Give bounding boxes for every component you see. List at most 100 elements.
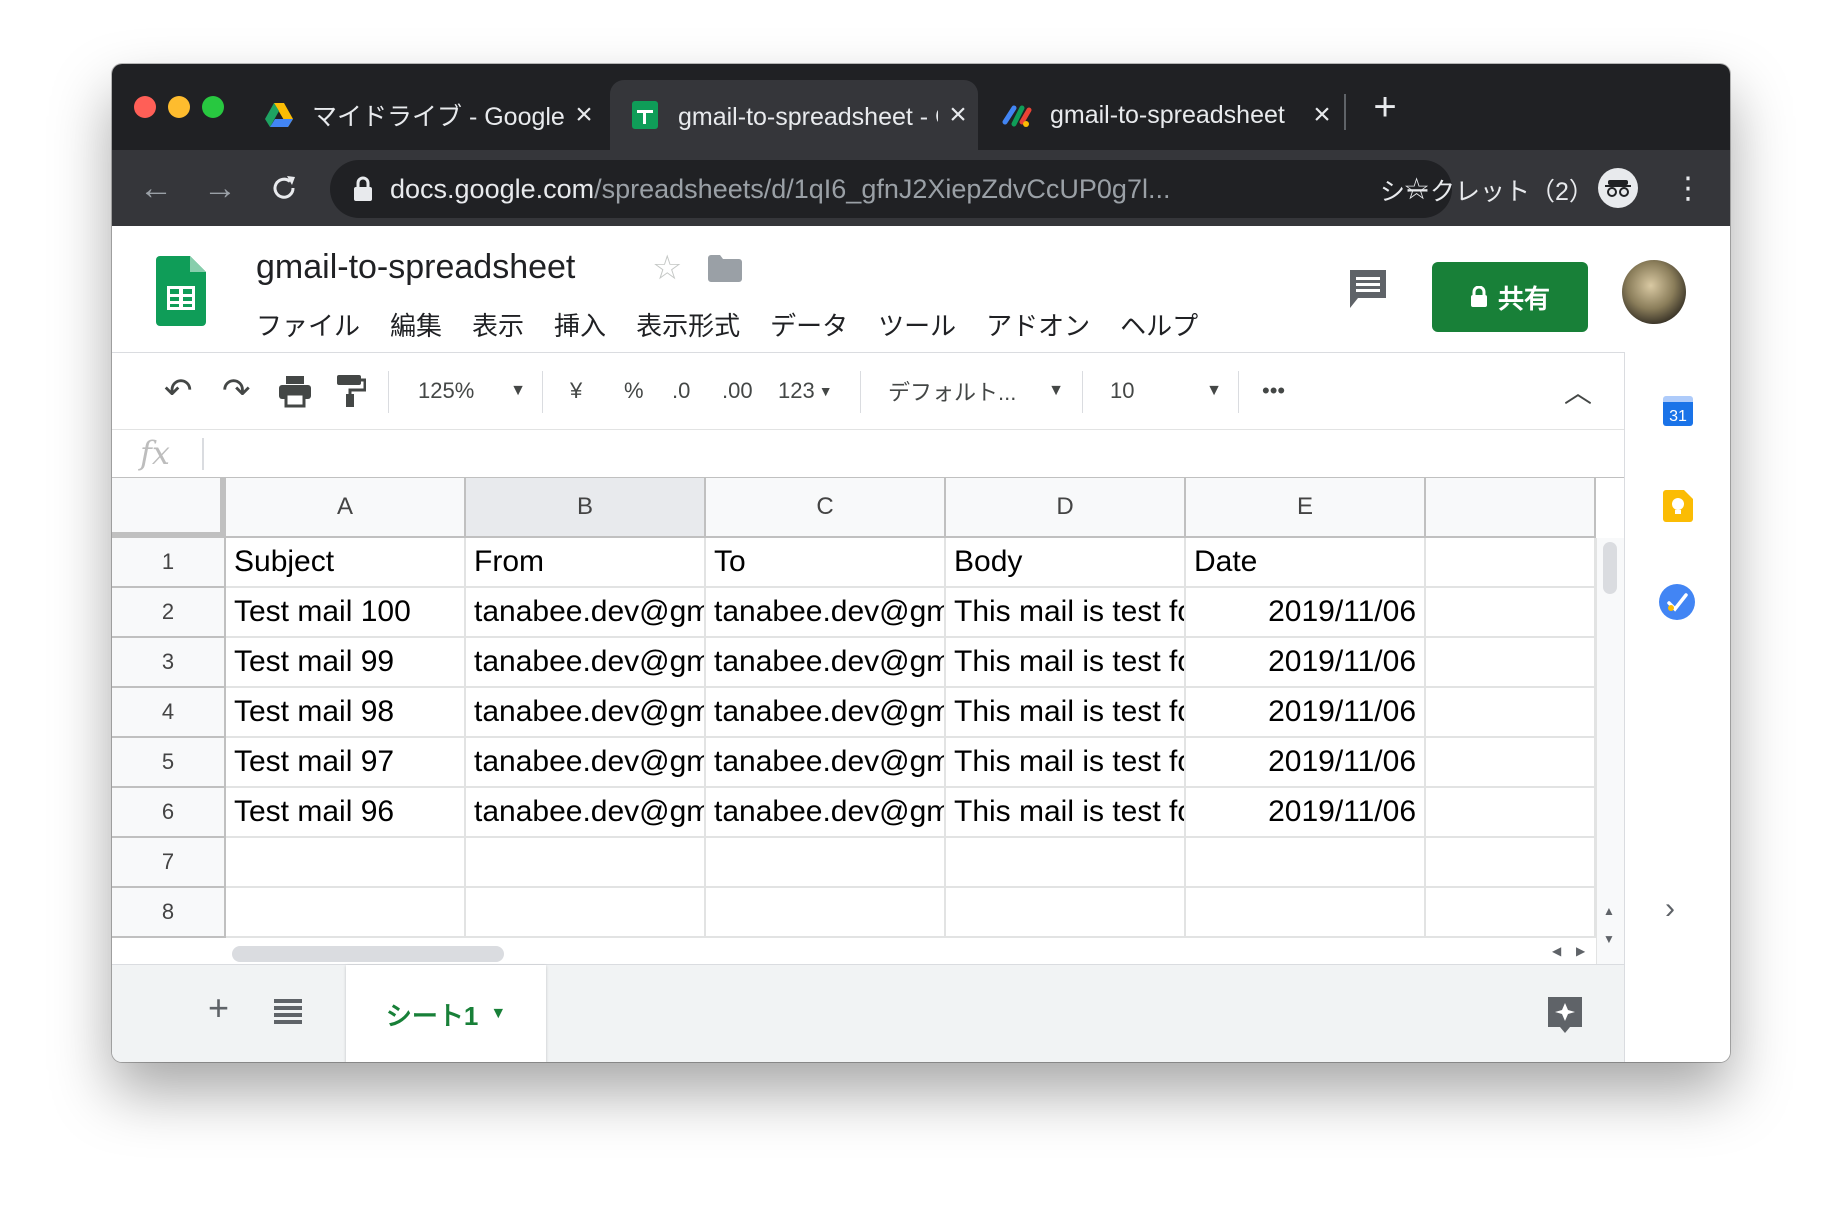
calendar-icon[interactable]: 31	[1663, 396, 1693, 426]
menu-help[interactable]: ヘルプ	[1120, 306, 1198, 343]
cell[interactable]: 2019/11/06	[1186, 788, 1426, 838]
cell[interactable]	[946, 888, 1186, 938]
cell[interactable]	[226, 838, 466, 888]
cell[interactable]: 2019/11/06	[1186, 738, 1426, 788]
row-header[interactable]: 2	[112, 588, 226, 638]
menu-insert[interactable]: 挿入	[554, 306, 606, 343]
cell[interactable]: tanabee.dev@gmail.com	[466, 588, 706, 638]
redo-icon[interactable]: ↷	[222, 372, 251, 410]
cell[interactable]: tanabee.dev@gmail.com	[466, 638, 706, 688]
row-header[interactable]: 6	[112, 788, 226, 838]
cell[interactable]: Body	[946, 538, 1186, 588]
add-sheet-button[interactable]: +	[208, 987, 229, 1029]
cell[interactable]	[1426, 538, 1596, 588]
cell[interactable]	[706, 838, 946, 888]
decrease-decimal-button[interactable]: .0	[672, 373, 690, 409]
cell[interactable]	[1426, 888, 1596, 938]
menu-format[interactable]: 表示形式	[636, 306, 740, 343]
select-all-corner[interactable]	[112, 478, 226, 538]
cell[interactable]	[1186, 888, 1426, 938]
more-formats-button[interactable]: 123 ▼	[778, 373, 833, 409]
user-avatar[interactable]	[1622, 260, 1686, 324]
formula-input[interactable]	[212, 432, 1612, 476]
more-options-button[interactable]: •••	[1262, 373, 1285, 409]
font-family-select[interactable]: デフォルト... ▼	[888, 373, 1064, 409]
cell[interactable]	[226, 888, 466, 938]
cell[interactable]: Test mail 97	[226, 738, 466, 788]
font-size-select[interactable]: 10 ▼	[1110, 373, 1222, 409]
percent-format-button[interactable]: %	[624, 373, 644, 409]
column-header[interactable]: B	[466, 478, 706, 538]
address-bar[interactable]: docs.google.com/spreadsheets/d/1qI6_gfnJ…	[330, 160, 1452, 218]
close-window-button[interactable]	[134, 96, 156, 118]
cell[interactable]: tanabee.dev@gmail.com	[466, 688, 706, 738]
incognito-label[interactable]: シークレット（2）	[1380, 172, 1594, 208]
cell[interactable]: Subject	[226, 538, 466, 588]
collapse-toolbar-icon[interactable]: ︿	[1564, 373, 1592, 409]
scroll-down-icon[interactable]: ▼	[1603, 932, 1615, 946]
cell[interactable]	[1186, 838, 1426, 888]
vertical-scrollbar[interactable]: ▲ ▼	[1596, 538, 1624, 964]
cell[interactable]: This mail is test for	[946, 788, 1186, 838]
increase-decimal-button[interactable]: .00	[722, 373, 753, 409]
comments-icon[interactable]	[1348, 268, 1388, 310]
cell[interactable]	[706, 888, 946, 938]
cell[interactable]	[1426, 688, 1596, 738]
row-header[interactable]: 7	[112, 838, 226, 888]
column-header[interactable]: D	[946, 478, 1186, 538]
cell[interactable]	[1426, 788, 1596, 838]
menu-view[interactable]: 表示	[472, 306, 524, 343]
column-header[interactable]	[1426, 478, 1596, 538]
zoom-select[interactable]: 125% ▼	[418, 373, 526, 409]
cell[interactable]	[1426, 838, 1596, 888]
vertical-scroll-thumb[interactable]	[1603, 542, 1617, 594]
scroll-up-icon[interactable]: ▲	[1603, 904, 1615, 918]
column-header[interactable]: A	[226, 478, 466, 538]
cell[interactable]: To	[706, 538, 946, 588]
cell[interactable]: Test mail 96	[226, 788, 466, 838]
cell[interactable]	[1426, 638, 1596, 688]
reload-button[interactable]	[262, 166, 306, 210]
cell[interactable]: This mail is test for	[946, 738, 1186, 788]
cell[interactable]: tanabee.dev@gmail.com	[706, 788, 946, 838]
horizontal-scrollbar[interactable]: ◀ ▶	[226, 944, 1596, 964]
star-icon[interactable]: ☆	[652, 248, 682, 288]
cell[interactable]: This mail is test for	[946, 688, 1186, 738]
cell[interactable]	[1426, 588, 1596, 638]
cell[interactable]	[1426, 738, 1596, 788]
cell[interactable]: tanabee.dev@gmail.com	[706, 588, 946, 638]
close-tab-icon[interactable]: ×	[564, 98, 604, 132]
new-tab-button[interactable]: +	[1360, 82, 1410, 132]
row-header[interactable]: 8	[112, 888, 226, 938]
sheets-logo-icon[interactable]	[156, 256, 206, 326]
cell[interactable]: This mail is test for	[946, 588, 1186, 638]
column-header[interactable]: C	[706, 478, 946, 538]
row-header[interactable]: 5	[112, 738, 226, 788]
sheet-tab[interactable]: シート1 ▼	[346, 965, 546, 1062]
cell[interactable]	[466, 888, 706, 938]
tab-apps-script[interactable]: gmail-to-spreadsheet ×	[982, 80, 1342, 150]
forward-button[interactable]: →	[198, 166, 242, 210]
browser-menu-icon[interactable]: ⋮	[1673, 168, 1703, 208]
cell[interactable]: Test mail 100	[226, 588, 466, 638]
expand-panel-icon[interactable]: ›	[1665, 892, 1675, 926]
scroll-left-icon[interactable]: ◀	[1552, 944, 1561, 958]
currency-format-button[interactable]: ¥	[570, 373, 582, 409]
menu-edit[interactable]: 編集	[390, 306, 442, 343]
cell[interactable]: 2019/11/06	[1186, 688, 1426, 738]
cell[interactable]: From	[466, 538, 706, 588]
cell[interactable]	[946, 838, 1186, 888]
cell[interactable]: tanabee.dev@gmail.com	[466, 738, 706, 788]
cell[interactable]: Date	[1186, 538, 1426, 588]
explore-icon[interactable]	[1546, 995, 1584, 1035]
tab-google-drive[interactable]: マイドライブ - Google ドライブ ×	[244, 80, 604, 150]
maximize-window-button[interactable]	[202, 96, 224, 118]
row-header[interactable]: 1	[112, 538, 226, 588]
share-button[interactable]: 共有	[1432, 262, 1588, 332]
menu-addons[interactable]: アドオン	[986, 306, 1090, 343]
cell[interactable]: tanabee.dev@gmail.com	[706, 688, 946, 738]
tab-sheets[interactable]: gmail-to-spreadsheet - Google スプレッドシート ×	[610, 80, 978, 150]
tasks-icon[interactable]	[1659, 584, 1695, 620]
cell[interactable]: Test mail 98	[226, 688, 466, 738]
column-header[interactable]: E	[1186, 478, 1426, 538]
